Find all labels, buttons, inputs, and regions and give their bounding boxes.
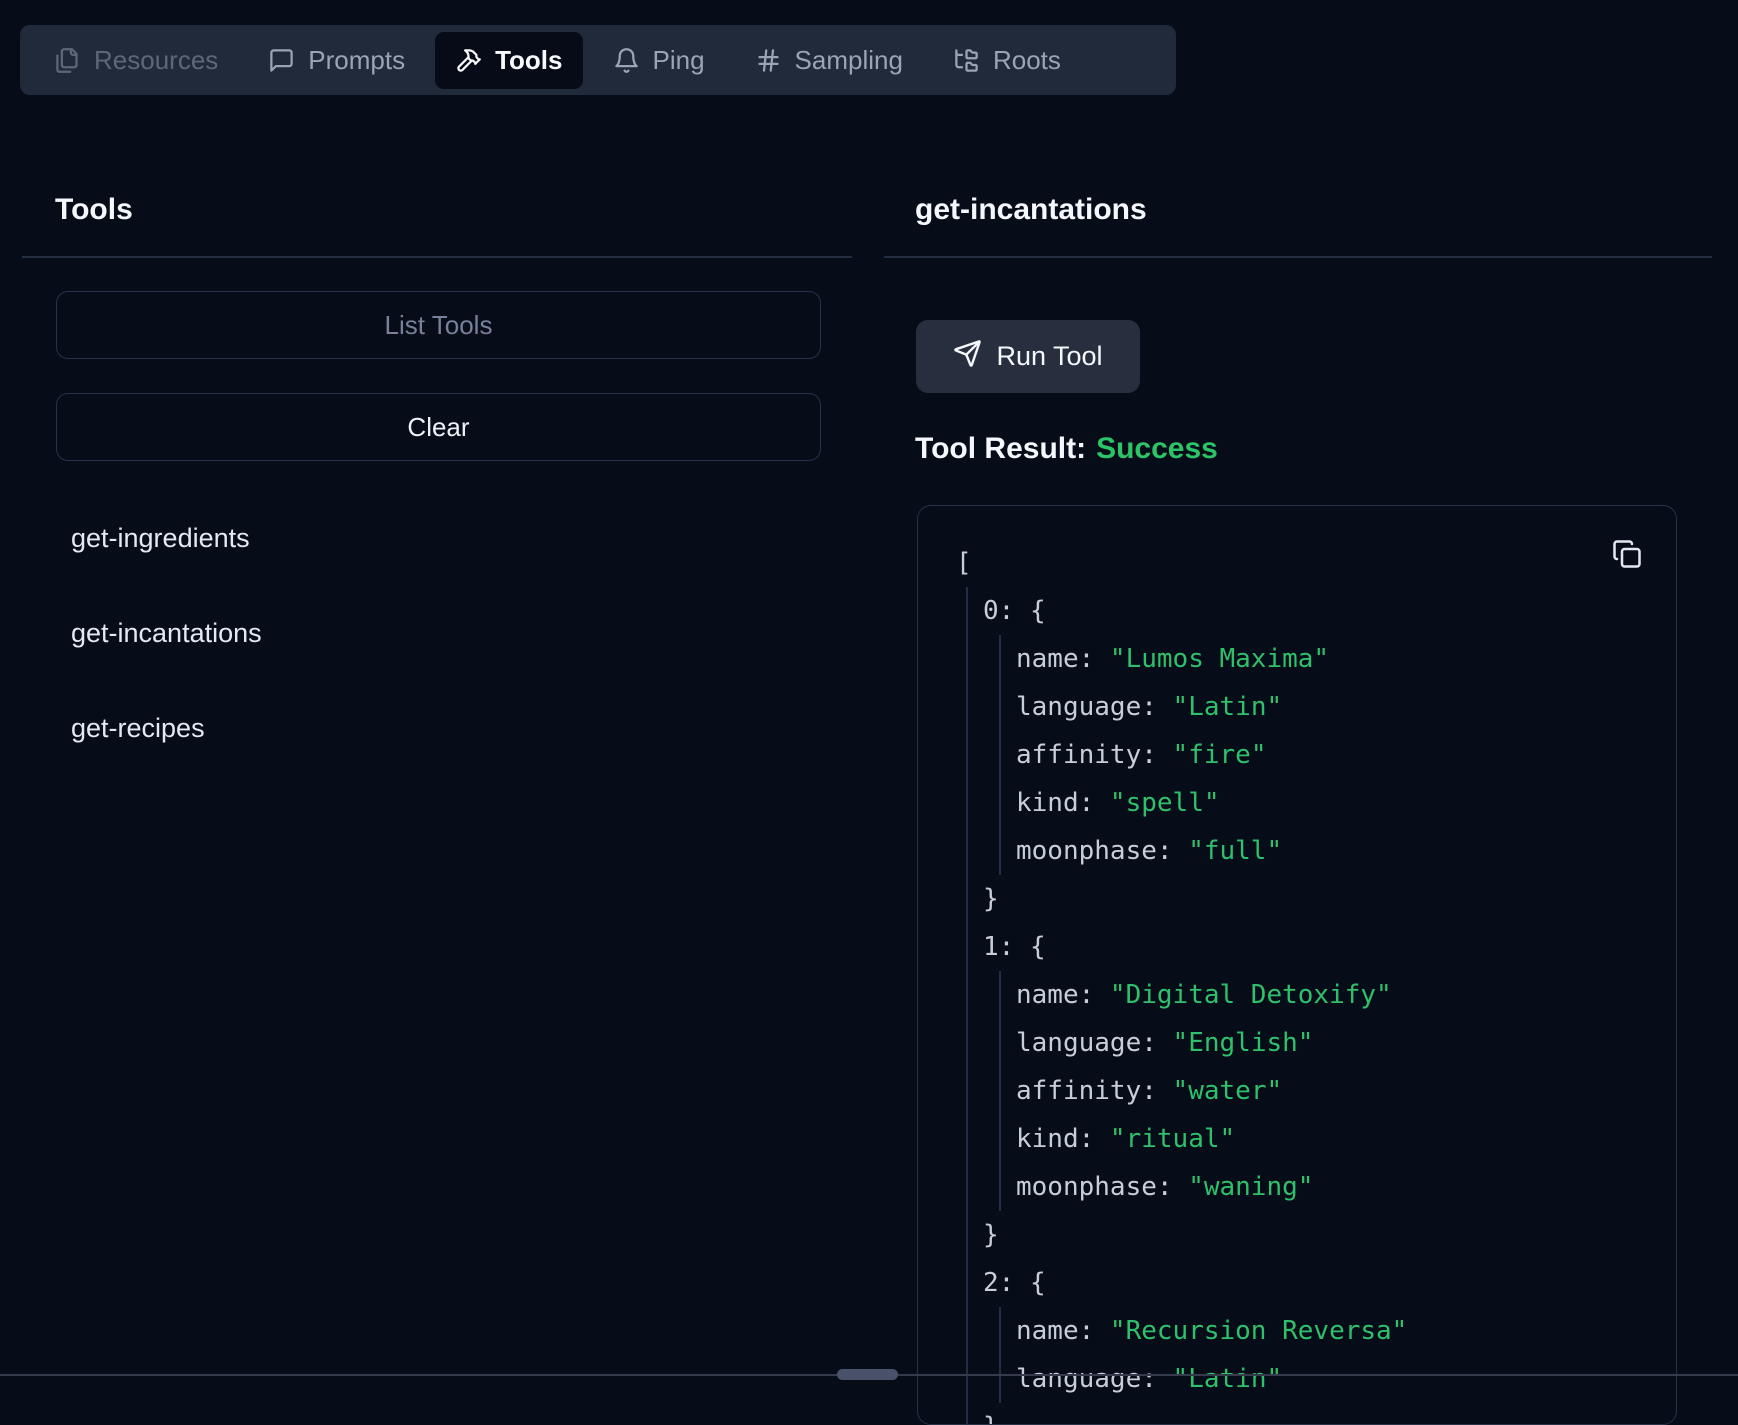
tab-tools[interactable]: Tools — [435, 32, 582, 89]
tab-label: Tools — [495, 45, 562, 76]
json-key: language: — [1016, 1364, 1173, 1394]
json-object-level: name: "Lumos Maxima"language: "Latin"aff… — [999, 635, 1676, 875]
json-kv-row: name: "Digital Detoxify" — [1016, 971, 1676, 1019]
json-close-brace: } — [983, 1403, 1676, 1425]
json-value: "ritual" — [1110, 1124, 1235, 1154]
json-key: affinity: — [1016, 1076, 1173, 1106]
hammer-icon — [455, 47, 482, 74]
json-key: language: — [1016, 692, 1173, 722]
json-value: "waning" — [1188, 1172, 1313, 1202]
json-value: "Recursion Reversa" — [1110, 1316, 1407, 1346]
json-kv-row: language: "Latin" — [1016, 683, 1676, 731]
json-index-row: 1: { — [983, 923, 1676, 971]
json-kv-row: language: "English" — [1016, 1019, 1676, 1067]
tool-list-item-get-ingredients[interactable]: get-ingredients — [71, 523, 250, 554]
json-kv-row: affinity: "water" — [1016, 1067, 1676, 1115]
json-value: "fire" — [1173, 740, 1267, 770]
json-key: moonphase: — [1016, 1172, 1188, 1202]
json-kv-row: language: "Latin" — [1016, 1355, 1676, 1403]
hash-icon — [755, 47, 782, 74]
json-value: "water" — [1173, 1076, 1283, 1106]
files-icon — [54, 47, 81, 74]
tool-list-item-get-recipes[interactable]: get-recipes — [71, 713, 205, 744]
json-value: "full" — [1188, 836, 1282, 866]
json-kv-row: kind: "spell" — [1016, 779, 1676, 827]
copy-icon[interactable] — [1610, 538, 1644, 572]
json-kv-row: name: "Recursion Reversa" — [1016, 1307, 1676, 1355]
tab-bar: Resources Prompts Tools Ping Sampling Roots — [20, 25, 1176, 95]
send-icon — [953, 339, 982, 375]
left-panel-divider — [22, 256, 852, 258]
json-key: kind: — [1016, 788, 1110, 818]
selected-tool-title: get-incantations — [915, 193, 1147, 227]
json-index-row: 0: { — [983, 587, 1676, 635]
json-key: moonphase: — [1016, 836, 1188, 866]
folder-tree-icon — [953, 47, 980, 74]
tool-result-status: Success — [1096, 432, 1218, 465]
json-key: name: — [1016, 980, 1110, 1010]
json-close-brace: } — [983, 875, 1676, 923]
json-value: "English" — [1173, 1028, 1314, 1058]
json-value: "Lumos Maxima" — [1110, 644, 1329, 674]
json-result-tree: [0: {name: "Lumos Maxima"language: "Lati… — [956, 539, 1676, 1425]
tool-result-json-box: [0: {name: "Lumos Maxima"language: "Lati… — [917, 505, 1677, 1425]
run-tool-button[interactable]: Run Tool — [916, 320, 1140, 393]
json-value: "spell" — [1110, 788, 1220, 818]
json-kv-row: kind: "ritual" — [1016, 1115, 1676, 1163]
json-value: "Latin" — [1173, 692, 1283, 722]
tab-label: Ping — [653, 45, 705, 76]
bell-icon — [613, 47, 640, 74]
tool-result-line: Tool Result: Success — [915, 432, 1218, 466]
json-key: language: — [1016, 1028, 1173, 1058]
json-key: name: — [1016, 1316, 1110, 1346]
tool-list-item-get-incantations[interactable]: get-incantations — [71, 618, 262, 649]
tab-roots[interactable]: Roots — [933, 32, 1081, 89]
tab-resources[interactable]: Resources — [34, 32, 238, 89]
json-array-level: 0: {name: "Lumos Maxima"language: "Latin… — [966, 587, 1676, 1425]
tab-sampling[interactable]: Sampling — [735, 32, 923, 89]
json-kv-row: name: "Lumos Maxima" — [1016, 635, 1676, 683]
tab-ping[interactable]: Ping — [593, 32, 725, 89]
json-key: kind: — [1016, 1124, 1110, 1154]
run-tool-label: Run Tool — [996, 341, 1102, 372]
json-key: affinity: — [1016, 740, 1173, 770]
json-key: name: — [1016, 644, 1110, 674]
right-panel-divider — [884, 256, 1712, 258]
list-tools-button[interactable]: List Tools — [56, 291, 821, 359]
json-index-row: 2: { — [983, 1259, 1676, 1307]
tab-prompts[interactable]: Prompts — [248, 32, 425, 89]
json-kv-row: moonphase: "full" — [1016, 827, 1676, 875]
json-object-level: name: "Digital Detoxify"language: "Engli… — [999, 971, 1676, 1211]
clear-button[interactable]: Clear — [56, 393, 821, 461]
horizontal-scrollbar-thumb[interactable] — [837, 1369, 898, 1380]
message-square-icon — [268, 47, 295, 74]
json-value: "Digital Detoxify" — [1110, 980, 1392, 1010]
tab-label: Roots — [993, 45, 1061, 76]
json-kv-row: affinity: "fire" — [1016, 731, 1676, 779]
json-value: "Latin" — [1173, 1364, 1283, 1394]
json-close-brace: } — [983, 1211, 1676, 1259]
json-kv-row: moonphase: "waning" — [1016, 1163, 1676, 1211]
tool-result-label: Tool Result: — [915, 432, 1086, 465]
tab-label: Sampling — [795, 45, 903, 76]
tab-label: Resources — [94, 45, 218, 76]
json-object-level: name: "Recursion Reversa"language: "Lati… — [999, 1307, 1676, 1403]
tools-panel-title: Tools — [55, 193, 133, 227]
json-open-bracket: [ — [956, 539, 1676, 587]
tab-label: Prompts — [308, 45, 405, 76]
